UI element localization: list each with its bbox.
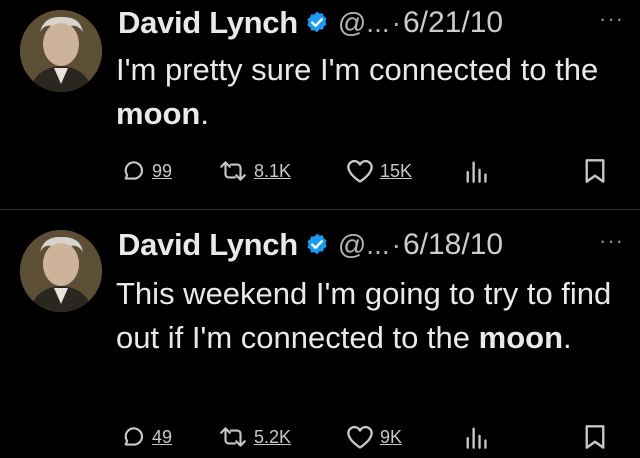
verified-icon (304, 10, 330, 36)
author-name[interactable]: David Lynch (118, 227, 298, 263)
like-button[interactable]: 15K (346, 158, 412, 184)
author-name[interactable]: David Lynch (118, 5, 298, 41)
views-icon (466, 161, 487, 183)
retweet-button[interactable]: 8.1K (218, 158, 291, 184)
bookmark-icon (585, 425, 605, 449)
tweet-date[interactable]: 6/21/10 (403, 6, 503, 40)
tweet[interactable]: David Lynch @... · 6/18/10 ··· This week… (0, 210, 640, 458)
reply-icon (124, 161, 144, 180)
tweet-date[interactable]: 6/18/10 (403, 228, 503, 262)
tweet-text: This weekend I'm going to try to find ou… (116, 272, 626, 360)
tweet-text-part: I'm pretty sure I'm connected to the (116, 52, 599, 87)
like-count: 9K (380, 426, 403, 447)
separator-dot: · (391, 229, 401, 260)
views-button[interactable] (464, 424, 494, 450)
tweet-actions: 99 8.1K 15K (120, 158, 620, 188)
tweet-header: David Lynch @... · 6/21/10 (118, 4, 503, 42)
like-icon (347, 159, 373, 183)
tweet-actions: 49 5.2K 9K (120, 424, 620, 454)
author-handle[interactable]: @... (338, 7, 390, 39)
avatar[interactable] (20, 230, 102, 312)
more-icon[interactable]: ··· (599, 6, 624, 32)
retweet-count: 5.2K (254, 426, 292, 447)
more-icon[interactable]: ··· (599, 228, 624, 254)
like-count: 15K (380, 160, 413, 181)
tweet-header: David Lynch @... · 6/18/10 (118, 226, 503, 264)
reply-button[interactable]: 99 (120, 158, 172, 184)
reply-button[interactable]: 49 (120, 424, 172, 450)
tweet-text-end: . (563, 320, 572, 355)
separator-dot: · (391, 7, 401, 38)
verified-icon (304, 232, 330, 258)
bookmark-button[interactable] (584, 158, 612, 184)
retweet-button[interactable]: 5.2K (218, 424, 291, 450)
avatar[interactable] (20, 10, 102, 92)
like-button[interactable]: 9K (346, 424, 402, 450)
reply-count: 99 (152, 160, 173, 181)
author-handle[interactable]: @... (338, 229, 390, 261)
tweet[interactable]: David Lynch @... · 6/21/10 ··· I'm prett… (0, 0, 640, 209)
bookmark-button[interactable] (584, 424, 612, 450)
retweet-count: 8.1K (254, 160, 292, 181)
views-button[interactable] (464, 158, 494, 184)
tweet-text-end: . (200, 96, 209, 131)
tweet-text-bold: moon (116, 96, 201, 131)
retweet-icon (220, 427, 246, 447)
retweet-icon (220, 161, 246, 181)
reply-count: 49 (152, 426, 173, 447)
bookmark-icon (585, 159, 605, 183)
views-icon (466, 427, 487, 449)
tweet-text-bold: moon (478, 320, 564, 355)
reply-icon (124, 427, 144, 446)
like-icon (347, 425, 373, 449)
tweet-text: I'm pretty sure I'm connected to the moo… (116, 48, 626, 136)
